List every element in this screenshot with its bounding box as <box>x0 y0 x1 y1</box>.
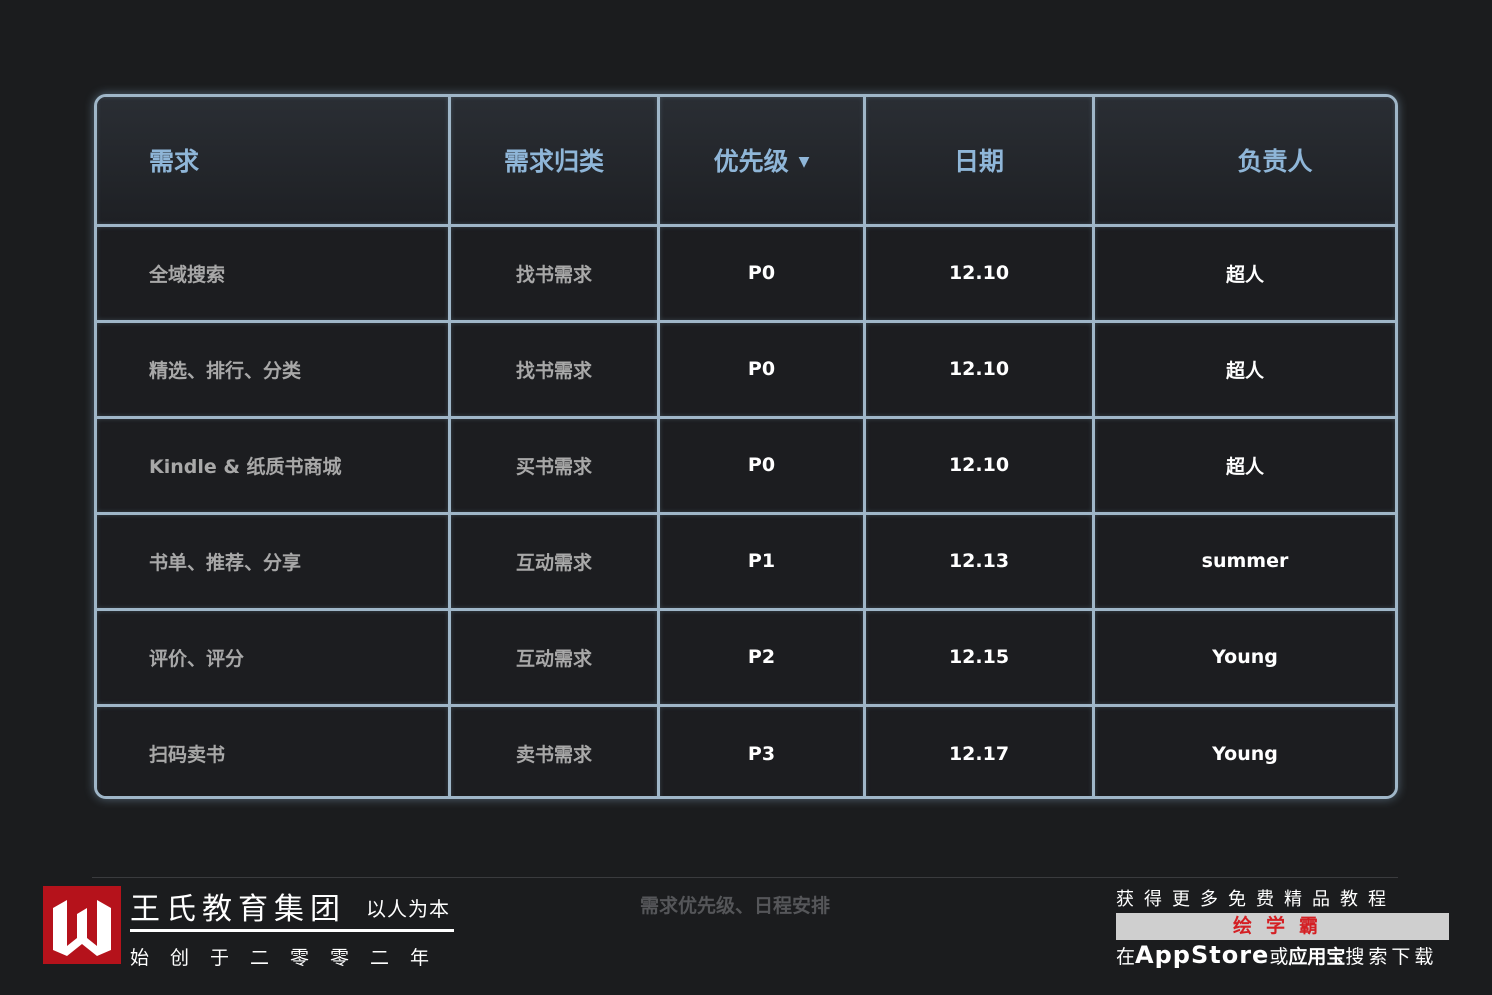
promo-store-yingyongbao: 应用宝 <box>1288 946 1346 968</box>
header-priority[interactable]: 优先级 ▼ <box>657 97 866 227</box>
cell-owner: Young <box>1092 607 1395 707</box>
cell-priority: P0 <box>657 415 866 515</box>
promo-app-name: 绘学霸 <box>1116 913 1449 940</box>
cell-requirement: 书单、推荐、分享 <box>97 511 451 611</box>
header-priority-label: 优先级 <box>713 147 789 177</box>
cell-owner: summer <box>1092 511 1395 611</box>
cell-category: 找书需求 <box>448 319 660 419</box>
table-row: 扫码卖书 卖书需求 P3 12.17 Young <box>97 703 1395 796</box>
brand-tagline: 始创于二零零二年 <box>130 947 451 969</box>
cell-priority: P0 <box>657 223 866 323</box>
cell-priority: P1 <box>657 511 866 611</box>
promo-prefix: 在 <box>1116 946 1136 968</box>
cell-category: 卖书需求 <box>448 703 660 796</box>
slide-caption: 需求优先级、日程安排 <box>640 895 831 917</box>
table-row: 全域搜索 找书需求 P0 12.10 超人 <box>97 223 1395 323</box>
promo-store-appstore: AppStore <box>1135 941 1270 969</box>
table-header-row: 需求 需求归类 优先级 ▼ 日期 负责人 <box>97 97 1395 227</box>
slide: 需求 需求归类 优先级 ▼ 日期 负责人 全域搜索 找书需求 P0 12.10 超… <box>0 0 1492 995</box>
cell-category: 互动需求 <box>448 511 660 611</box>
header-requirement[interactable]: 需求 <box>97 97 451 227</box>
brand-slogan: 以人为本 <box>366 897 450 921</box>
table-row: 书单、推荐、分享 互动需求 P1 12.13 summer <box>97 511 1395 611</box>
brand-name: 王氏教育集团 <box>130 892 346 927</box>
cell-date: 12.17 <box>863 703 1095 796</box>
cell-owner: 超人 <box>1092 223 1395 323</box>
header-category[interactable]: 需求归类 <box>448 97 660 227</box>
cell-date: 12.10 <box>863 223 1095 323</box>
cell-priority: P2 <box>657 607 866 707</box>
header-owner[interactable]: 负责人 <box>1092 97 1395 227</box>
cell-category: 互动需求 <box>448 607 660 707</box>
cell-category: 买书需求 <box>448 415 660 515</box>
table-row: 精选、排行、分类 找书需求 P0 12.10 超人 <box>97 319 1395 419</box>
requirements-table: 需求 需求归类 优先级 ▼ 日期 负责人 全域搜索 找书需求 P0 12.10 超… <box>94 94 1398 799</box>
cell-requirement: 全域搜索 <box>97 223 451 323</box>
cell-category: 找书需求 <box>448 223 660 323</box>
cell-owner: 超人 <box>1092 319 1395 419</box>
cell-requirement: 评价、评分 <box>97 607 451 707</box>
cell-requirement: Kindle & 纸质书商城 <box>97 415 451 515</box>
promo-download-line: 在AppStore或应用宝搜索下载 <box>1116 941 1437 969</box>
cell-requirement: 精选、排行、分类 <box>97 319 451 419</box>
triangle-down-icon[interactable]: ▼ <box>799 154 810 170</box>
header-date[interactable]: 日期 <box>863 97 1095 227</box>
table-row: Kindle & 纸质书商城 买书需求 P0 12.10 超人 <box>97 415 1395 515</box>
table-row: 评价、评分 互动需求 P2 12.15 Young <box>97 607 1395 707</box>
promo-headline: 获得更多免费精品教程 <box>1116 889 1396 910</box>
cell-date: 12.10 <box>863 415 1095 515</box>
cell-owner: 超人 <box>1092 415 1395 515</box>
promo-or: 或 <box>1269 946 1289 968</box>
cell-date: 12.15 <box>863 607 1095 707</box>
cell-owner: Young <box>1092 703 1395 796</box>
cell-priority: P3 <box>657 703 866 796</box>
cell-date: 12.13 <box>863 511 1095 611</box>
cell-date: 12.10 <box>863 319 1095 419</box>
footer-divider <box>92 877 1398 878</box>
promo-suffix: 搜索下载 <box>1345 946 1438 968</box>
brand-divider <box>130 929 454 932</box>
cell-priority: P0 <box>657 319 866 419</box>
cell-requirement: 扫码卖书 <box>97 703 451 796</box>
brand-logo-icon <box>43 886 121 964</box>
